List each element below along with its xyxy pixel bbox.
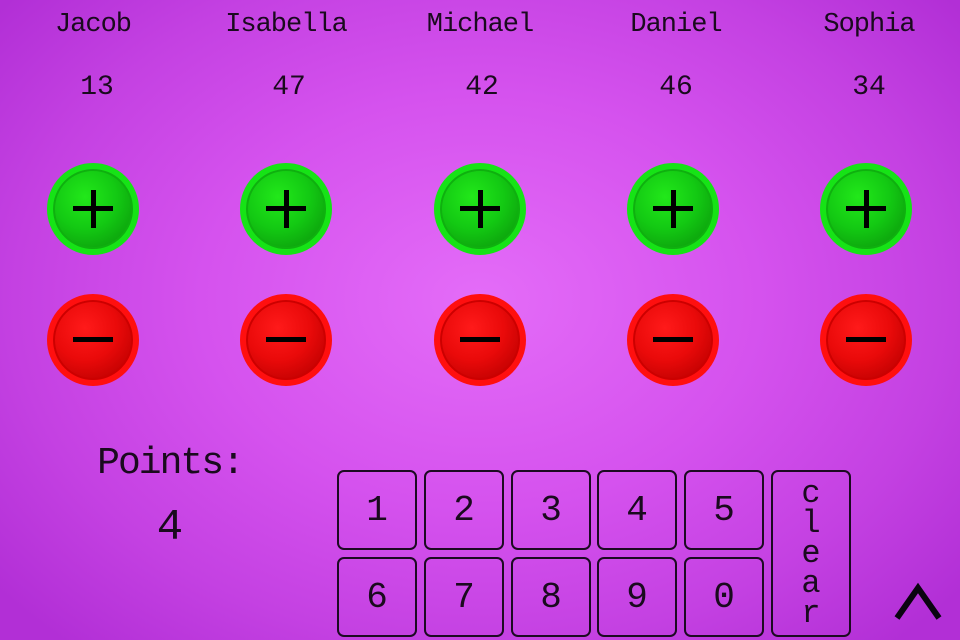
player-score: 47 — [272, 72, 306, 103]
clear-letter: c — [801, 474, 821, 512]
key-4[interactable]: 4 — [597, 470, 677, 550]
plus-icon-vertical — [477, 190, 483, 228]
player-name: Isabella — [225, 10, 348, 40]
player-score: 34 — [852, 72, 886, 103]
key-1[interactable]: 1 — [337, 470, 417, 550]
plus-icon-vertical — [863, 190, 869, 228]
plus-icon-vertical — [670, 190, 676, 228]
points-label: Points: — [97, 442, 245, 485]
increment-button-sophia[interactable] — [820, 163, 912, 255]
player-name: Michael — [426, 10, 534, 40]
increment-button-jacob[interactable] — [47, 163, 139, 255]
minus-icon — [653, 337, 693, 342]
player-name: Sophia — [823, 10, 915, 40]
clear-button[interactable]: c l e a r — [771, 470, 851, 637]
minus-icon — [460, 337, 500, 342]
clear-letter: e — [801, 534, 821, 572]
decrement-button-jacob[interactable] — [47, 294, 139, 386]
points-value: 4 — [156, 503, 184, 553]
plus-icon-vertical — [90, 190, 96, 228]
key-0[interactable]: 0 — [684, 557, 764, 637]
increment-button-michael[interactable] — [434, 163, 526, 255]
key-9[interactable]: 9 — [597, 557, 677, 637]
decrement-button-daniel[interactable] — [627, 294, 719, 386]
key-7[interactable]: 7 — [424, 557, 504, 637]
clear-letter: l — [801, 504, 821, 542]
decrement-button-michael[interactable] — [434, 294, 526, 386]
key-8[interactable]: 8 — [511, 557, 591, 637]
player-score: 46 — [659, 72, 693, 103]
player-score: 13 — [80, 72, 114, 103]
key-2[interactable]: 2 — [424, 470, 504, 550]
decrement-button-sophia[interactable] — [820, 294, 912, 386]
increment-button-daniel[interactable] — [627, 163, 719, 255]
player-name: Jacob — [54, 10, 132, 40]
player-name: Daniel — [630, 10, 722, 40]
plus-icon-vertical — [283, 190, 289, 228]
key-3[interactable]: 3 — [511, 470, 591, 550]
key-5[interactable]: 5 — [684, 470, 764, 550]
player-score: 42 — [465, 72, 499, 103]
increment-button-isabella[interactable] — [240, 163, 332, 255]
clear-letter: a — [801, 564, 821, 602]
decrement-button-isabella[interactable] — [240, 294, 332, 386]
key-6[interactable]: 6 — [337, 557, 417, 637]
caret-up-icon[interactable] — [893, 582, 943, 622]
minus-icon — [266, 337, 306, 342]
minus-icon — [846, 337, 886, 342]
clear-letter: r — [801, 594, 821, 632]
minus-icon — [73, 337, 113, 342]
